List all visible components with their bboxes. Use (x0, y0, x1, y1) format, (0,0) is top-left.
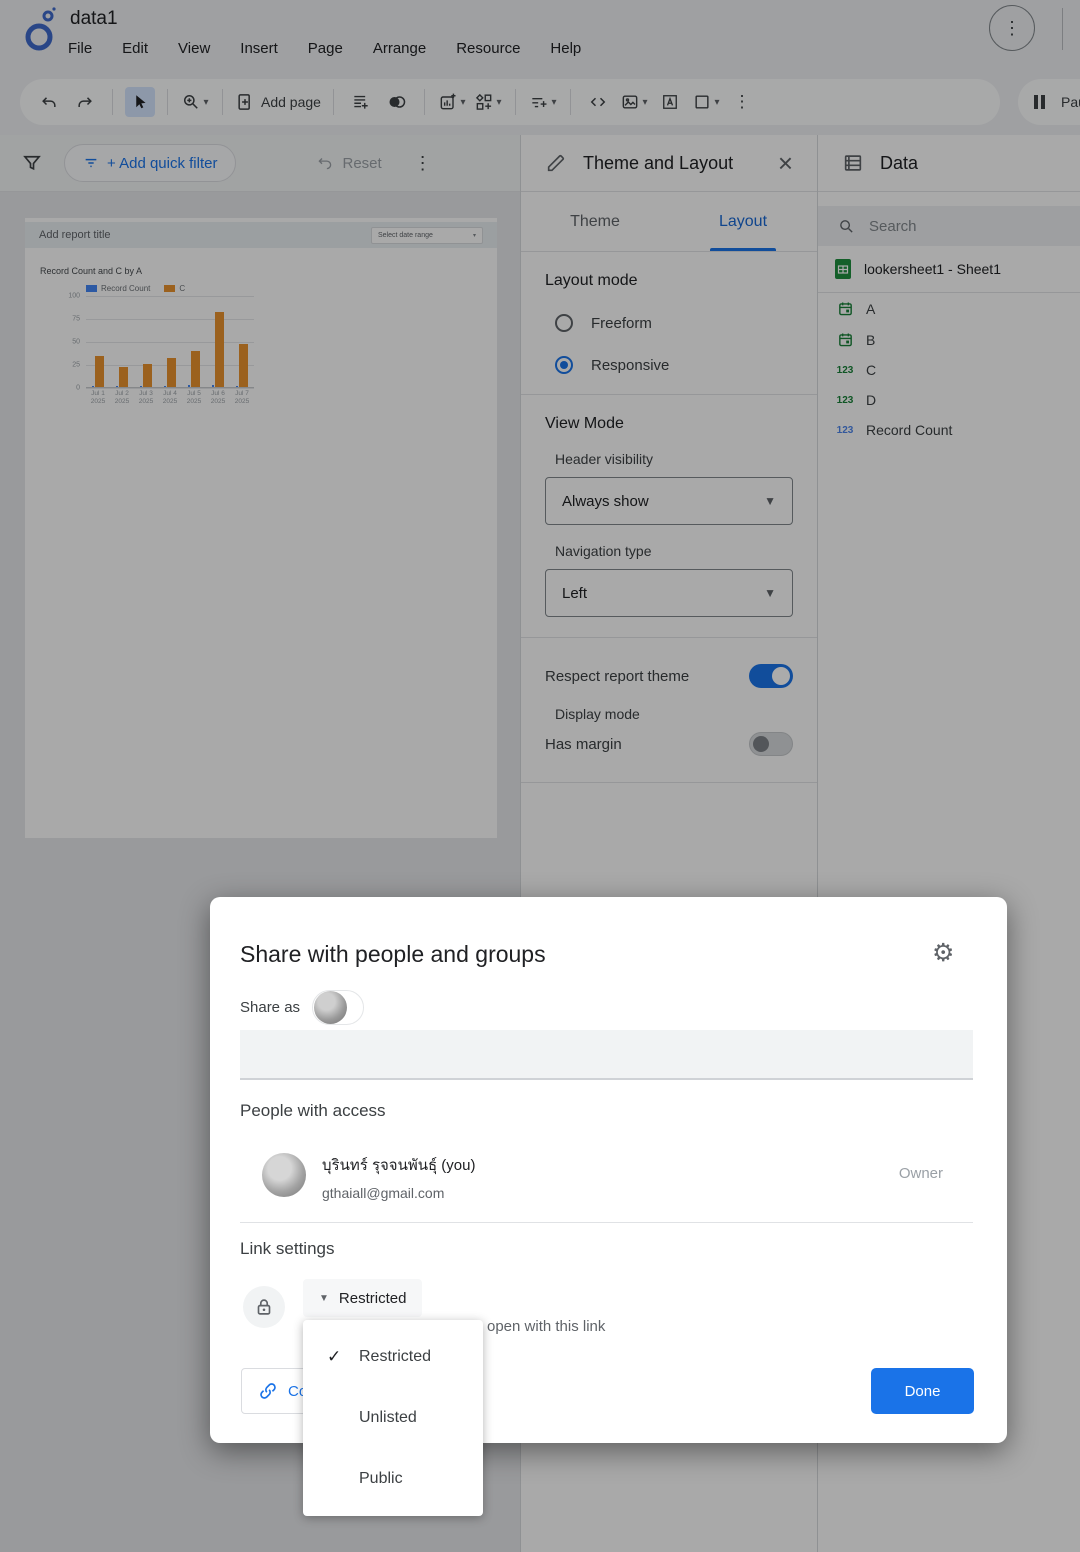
menu-item-label: Unlisted (359, 1409, 417, 1427)
avatar (262, 1153, 306, 1197)
share-as-account-button[interactable] (312, 990, 364, 1025)
lock-icon (253, 1296, 275, 1318)
add-people-input[interactable] (240, 1030, 973, 1080)
link-access-menu: ✓ Restricted Unlisted Public (303, 1320, 483, 1516)
person-email: gthaiall@gmail.com (322, 1185, 475, 1201)
menu-item-label: Restricted (359, 1348, 431, 1366)
gear-icon[interactable]: ⚙ (932, 941, 954, 966)
link-icon (258, 1381, 278, 1401)
menu-item-public[interactable]: Public (303, 1448, 483, 1509)
lock-badge (243, 1286, 285, 1328)
chevron-down-icon: ▼ (319, 1293, 329, 1304)
link-access-dropdown[interactable]: ▼ Restricted (303, 1279, 422, 1317)
owner-role-label: Owner (899, 1165, 943, 1182)
share-as-label: Share as (240, 999, 300, 1016)
share-as-row: Share as (240, 990, 364, 1025)
divider (240, 1222, 973, 1223)
done-button[interactable]: Done (871, 1368, 974, 1414)
link-access-hint: open with this link (487, 1318, 605, 1335)
person-row: บุรินทร์ รุจจนพันธุ์ (you) gthaiall@gmai… (262, 1153, 475, 1201)
menu-item-unlisted[interactable]: Unlisted (303, 1387, 483, 1448)
people-with-access-label: People with access (240, 1101, 386, 1121)
menu-item-label: Public (359, 1470, 403, 1488)
link-access-value: Restricted (339, 1290, 407, 1307)
link-settings-label: Link settings (240, 1239, 335, 1259)
share-dialog-title: Share with people and groups (240, 941, 546, 968)
check-icon: ✓ (327, 1347, 345, 1367)
menu-item-restricted[interactable]: ✓ Restricted (303, 1326, 483, 1387)
person-name: บุรินทร์ รุจจนพันธุ์ (you) (322, 1153, 475, 1177)
avatar (314, 991, 347, 1024)
looker-studio-app: data1 File Edit View Insert Page Arrange… (0, 0, 1080, 1552)
